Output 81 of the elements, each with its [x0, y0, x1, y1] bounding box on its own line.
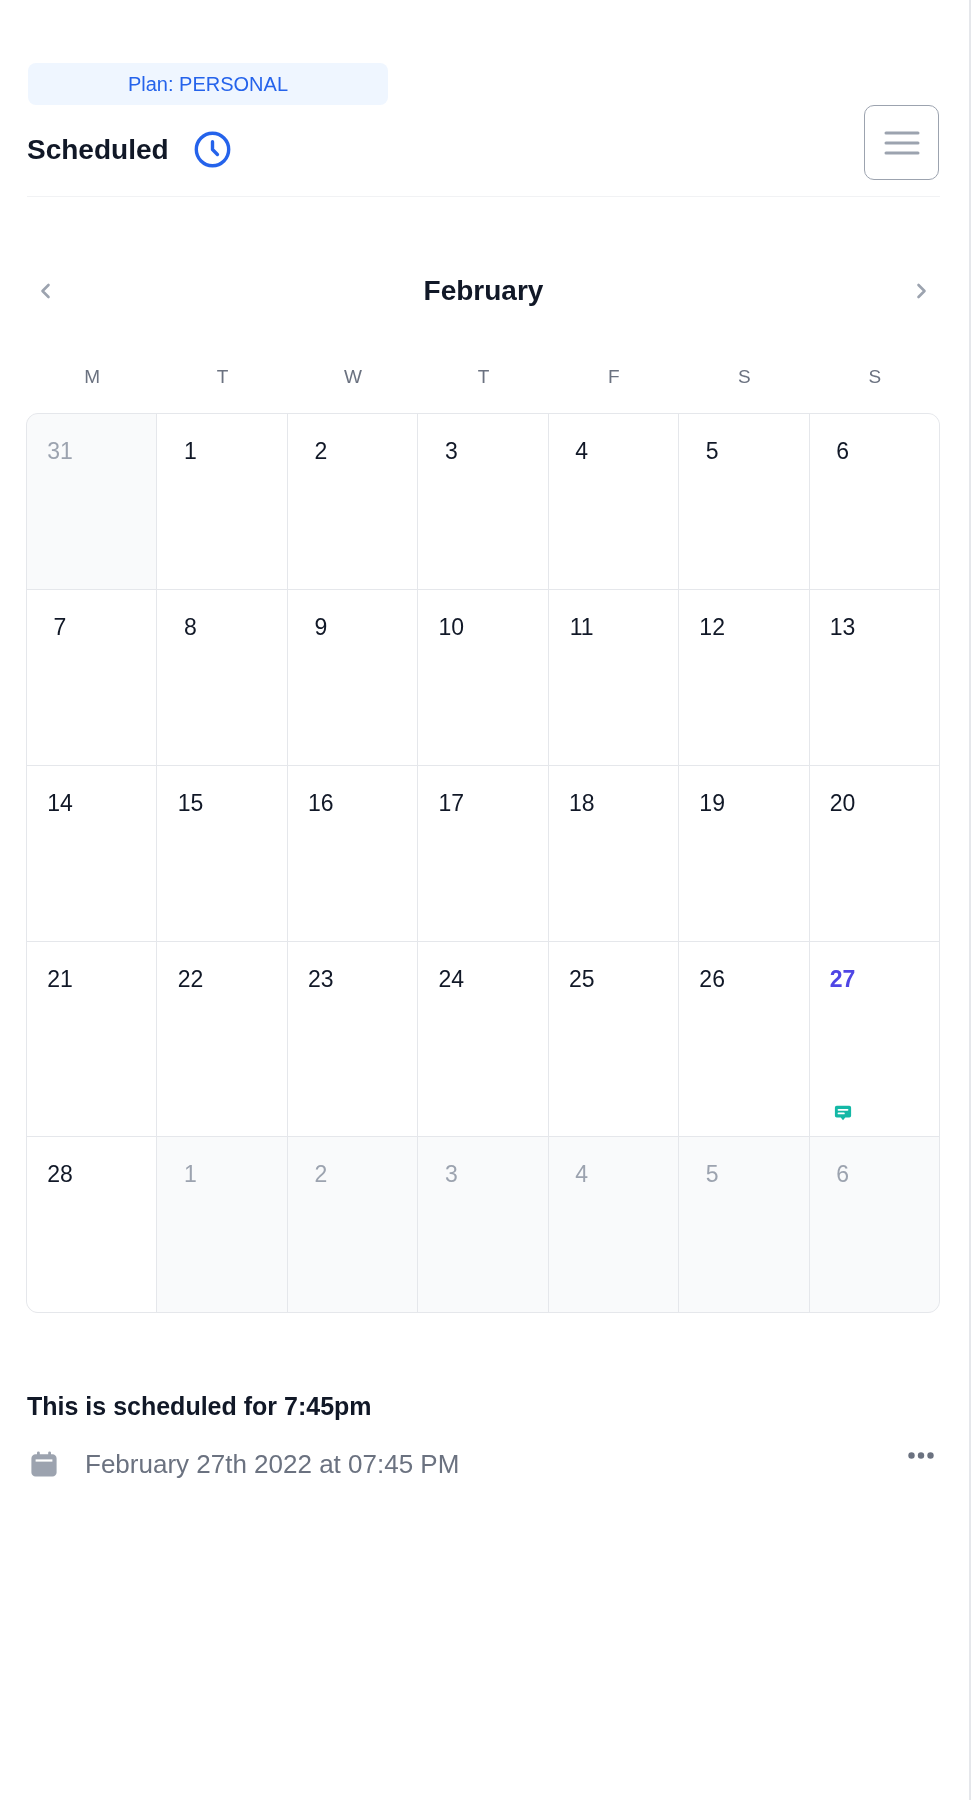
day-cell[interactable]: 14	[27, 766, 157, 941]
day-number: 1	[183, 438, 198, 464]
day-number: 13	[828, 614, 857, 640]
clock-icon	[193, 131, 231, 168]
day-cell[interactable]: 23	[287, 942, 418, 1136]
day-cell[interactable]: 24	[418, 942, 548, 1136]
day-cell[interactable]: 2	[287, 414, 418, 589]
weekday-label: M	[84, 365, 101, 389]
page-title: Scheduled	[27, 132, 169, 167]
day-number: 4	[574, 438, 590, 464]
plan-badge: Plan: PERSONAL	[28, 63, 388, 105]
day-cell[interactable]: 26	[679, 942, 809, 1136]
day-number: 15	[176, 790, 205, 816]
day-number: 7	[52, 614, 68, 640]
day-cell[interactable]: 28	[27, 1137, 157, 1312]
day-number: 9	[313, 614, 329, 640]
day-number: 11	[568, 614, 595, 640]
day-number: 4	[574, 1161, 590, 1187]
day-cell[interactable]: 9	[287, 590, 418, 765]
day-number: 14	[46, 790, 74, 816]
day-number: 6	[835, 438, 850, 464]
day-number: 26	[698, 966, 726, 992]
menu-button[interactable]	[864, 105, 939, 180]
day-number: 23	[307, 966, 335, 992]
day-cell[interactable]: 18	[548, 766, 679, 941]
weekday-label: F	[608, 365, 620, 389]
day-number: 25	[567, 966, 596, 992]
day-number: 10	[437, 614, 466, 640]
day-cell[interactable]: 7	[27, 590, 157, 765]
day-cell[interactable]: 6	[809, 414, 939, 589]
day-number: 27	[828, 966, 857, 992]
day-number: 3	[443, 438, 459, 464]
day-cell[interactable]: 10	[418, 590, 548, 765]
day-number: 5	[704, 438, 720, 464]
day-number: 2	[313, 1161, 329, 1187]
day-number: 22	[176, 966, 205, 992]
weekday-label: W	[344, 365, 363, 389]
day-number: 1	[183, 1161, 198, 1187]
day-cell[interactable]: 20	[809, 766, 939, 941]
day-cell[interactable]: 15	[157, 766, 287, 941]
day-cell[interactable]: 17	[418, 766, 548, 941]
day-cell[interactable]: 4	[548, 414, 679, 589]
day-cell[interactable]: 5	[679, 414, 809, 589]
weekday-label: S	[738, 365, 751, 389]
calendar-icon	[30, 1450, 58, 1478]
day-number: 17	[437, 790, 466, 816]
day-cell[interactable]: 11	[548, 590, 679, 765]
day-number: 20	[828, 790, 857, 816]
day-number: 3	[443, 1161, 459, 1187]
ellipsis-icon	[908, 1451, 934, 1459]
day-number: 18	[567, 790, 596, 816]
day-cell[interactable]: 13	[809, 590, 939, 765]
day-number: 6	[835, 1161, 850, 1187]
day-cell[interactable]: 3	[418, 414, 548, 589]
chat-bubble-icon	[833, 1104, 852, 1122]
day-cell[interactable]: 1	[157, 414, 287, 589]
weekday-label: T	[216, 365, 229, 389]
day-number: 12	[698, 614, 726, 640]
day-number: 16	[307, 790, 335, 816]
day-number: 8	[183, 614, 198, 640]
day-cell[interactable]: 25	[548, 942, 679, 1136]
day-cell[interactable]: 19	[679, 766, 809, 941]
day-number: 24	[437, 966, 466, 992]
day-cell[interactable]: 21	[27, 942, 157, 1136]
day-cell[interactable]: 12	[679, 590, 809, 765]
schedule-heading: This is scheduled for 7:45pm	[27, 1393, 373, 1419]
weekday-label: T	[477, 365, 490, 389]
day-number: 31	[46, 438, 74, 464]
day-number: 21	[46, 966, 74, 992]
scheduled-datetime: February 27th 2022 at 07:45 PM	[85, 1449, 460, 1479]
day-number: 19	[698, 790, 726, 816]
month-title: February	[423, 274, 544, 308]
menu-icon	[883, 130, 920, 155]
day-cell[interactable]: 16	[287, 766, 418, 941]
weekday-label: S	[868, 365, 882, 389]
day-number: 5	[704, 1161, 720, 1187]
day-number: 2	[313, 438, 329, 464]
day-cell[interactable]: 22	[157, 942, 287, 1136]
day-number: 28	[46, 1161, 74, 1187]
day-cell[interactable]: 27	[809, 942, 939, 1136]
day-cell[interactable]: 8	[157, 590, 287, 765]
